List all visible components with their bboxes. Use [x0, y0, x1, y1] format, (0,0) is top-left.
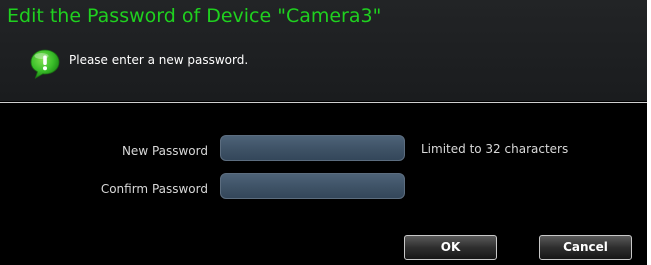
- new-password-label: New Password: [121, 144, 208, 158]
- dialog-title: Edit the Password of Device "Camera3": [7, 5, 382, 27]
- dialog-header: Edit the Password of Device "Camera3" Pl…: [0, 0, 647, 101]
- confirm-password-label: Confirm Password: [100, 182, 208, 196]
- edit-password-dialog: Edit the Password of Device "Camera3" Pl…: [0, 0, 647, 265]
- info-bubble-icon: [30, 49, 60, 79]
- ok-button[interactable]: OK: [404, 235, 497, 260]
- cancel-button[interactable]: Cancel: [539, 235, 632, 260]
- new-password-input[interactable]: [220, 135, 405, 161]
- info-message: Please enter a new password.: [69, 53, 249, 67]
- password-limit-hint: Limited to 32 characters: [421, 142, 569, 156]
- confirm-password-input[interactable]: [220, 173, 405, 199]
